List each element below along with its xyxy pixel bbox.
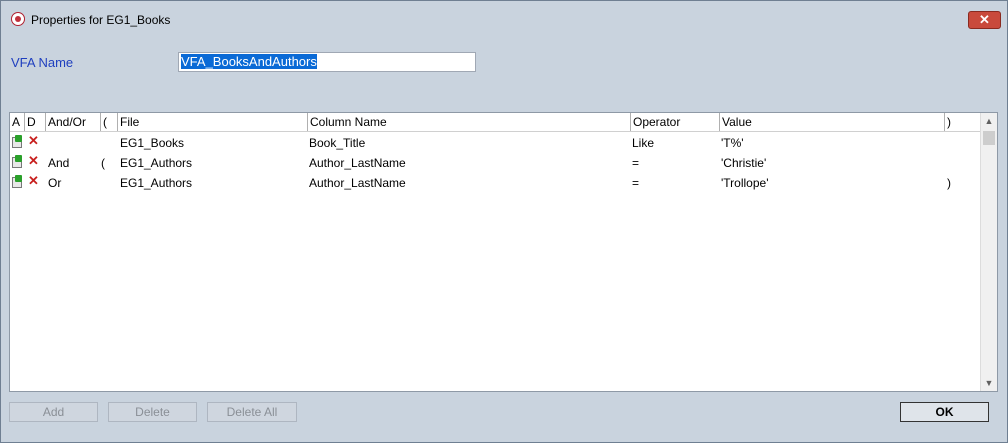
title-bar: Properties for EG1_Books ✕ <box>1 1 1007 37</box>
close-paren-cell[interactable]: ) <box>944 173 951 193</box>
column-header-operator[interactable]: Operator <box>630 113 719 131</box>
vfa-name-input[interactable]: VFA_BooksAndAuthors <box>178 52 476 72</box>
column-header-file[interactable]: File <box>117 113 307 131</box>
properties-dialog: Properties for EG1_Books ✕ VFA Name VFA_… <box>0 0 1008 443</box>
delete-row-icon[interactable]: ✕ <box>28 154 40 167</box>
column-header-andor[interactable]: And/Or <box>45 113 100 131</box>
window-title: Properties for EG1_Books <box>31 13 171 27</box>
add-row-icon[interactable] <box>12 175 24 188</box>
add-button[interactable]: Add <box>9 402 98 422</box>
file-cell[interactable]: EG1_Authors <box>117 153 192 173</box>
column-name-cell[interactable]: Author_LastName <box>306 153 406 173</box>
delete-row-icon[interactable]: ✕ <box>28 174 40 187</box>
app-icon <box>11 12 25 26</box>
close-paren-cell[interactable] <box>944 133 947 153</box>
andor-cell[interactable] <box>45 133 48 153</box>
vertical-scrollbar[interactable]: ▲ ▼ <box>980 113 997 391</box>
value-cell[interactable]: 'Trollope' <box>718 173 769 193</box>
andor-cell[interactable]: And <box>45 153 69 173</box>
scroll-down-icon[interactable]: ▼ <box>981 375 997 391</box>
add-row-icon[interactable] <box>12 155 24 168</box>
operator-cell[interactable]: = <box>629 173 639 193</box>
file-cell[interactable]: EG1_Books <box>117 133 184 153</box>
open-paren-cell[interactable] <box>98 173 101 193</box>
column-name-cell[interactable]: Author_LastName <box>306 173 406 193</box>
close-button[interactable]: ✕ <box>968 11 1001 29</box>
criteria-row[interactable]: ✕ Or EG1_Authors Author_LastName = 'Trol… <box>10 173 981 193</box>
vfa-name-label: VFA Name <box>11 55 74 70</box>
scroll-up-icon[interactable]: ▲ <box>981 113 997 129</box>
delete-button[interactable]: Delete <box>108 402 197 422</box>
column-header-column-name[interactable]: Column Name <box>307 113 630 131</box>
open-paren-cell[interactable]: ( <box>98 153 105 173</box>
criteria-grid: A D And/Or ( File Column Name Operator V… <box>9 112 998 392</box>
operator-cell[interactable]: = <box>629 153 639 173</box>
operator-cell[interactable]: Like <box>629 133 654 153</box>
value-cell[interactable]: 'Christie' <box>718 153 766 173</box>
delete-row-icon[interactable]: ✕ <box>28 134 40 147</box>
grid-header: A D And/Or ( File Column Name Operator V… <box>10 113 981 132</box>
delete-all-button[interactable]: Delete All <box>207 402 297 422</box>
value-cell[interactable]: 'T%' <box>718 133 744 153</box>
column-header-add[interactable]: A <box>10 113 24 131</box>
column-header-delete[interactable]: D <box>24 113 45 131</box>
column-header-open-paren[interactable]: ( <box>100 113 117 131</box>
ok-button[interactable]: OK <box>900 402 989 422</box>
scrollbar-thumb[interactable] <box>983 131 995 145</box>
column-name-cell[interactable]: Book_Title <box>306 133 365 153</box>
close-paren-cell[interactable] <box>944 153 947 173</box>
open-paren-cell[interactable] <box>98 133 101 153</box>
vfa-name-value: VFA_BooksAndAuthors <box>181 54 317 69</box>
criteria-row[interactable]: ✕ EG1_Books Book_Title Like 'T%' <box>10 133 981 153</box>
criteria-row[interactable]: ✕ And ( EG1_Authors Author_LastName = 'C… <box>10 153 981 173</box>
column-header-close-paren[interactable]: ) <box>944 113 972 131</box>
andor-cell[interactable]: Or <box>45 173 61 193</box>
add-row-icon[interactable] <box>12 135 24 148</box>
file-cell[interactable]: EG1_Authors <box>117 173 192 193</box>
column-header-value[interactable]: Value <box>719 113 944 131</box>
